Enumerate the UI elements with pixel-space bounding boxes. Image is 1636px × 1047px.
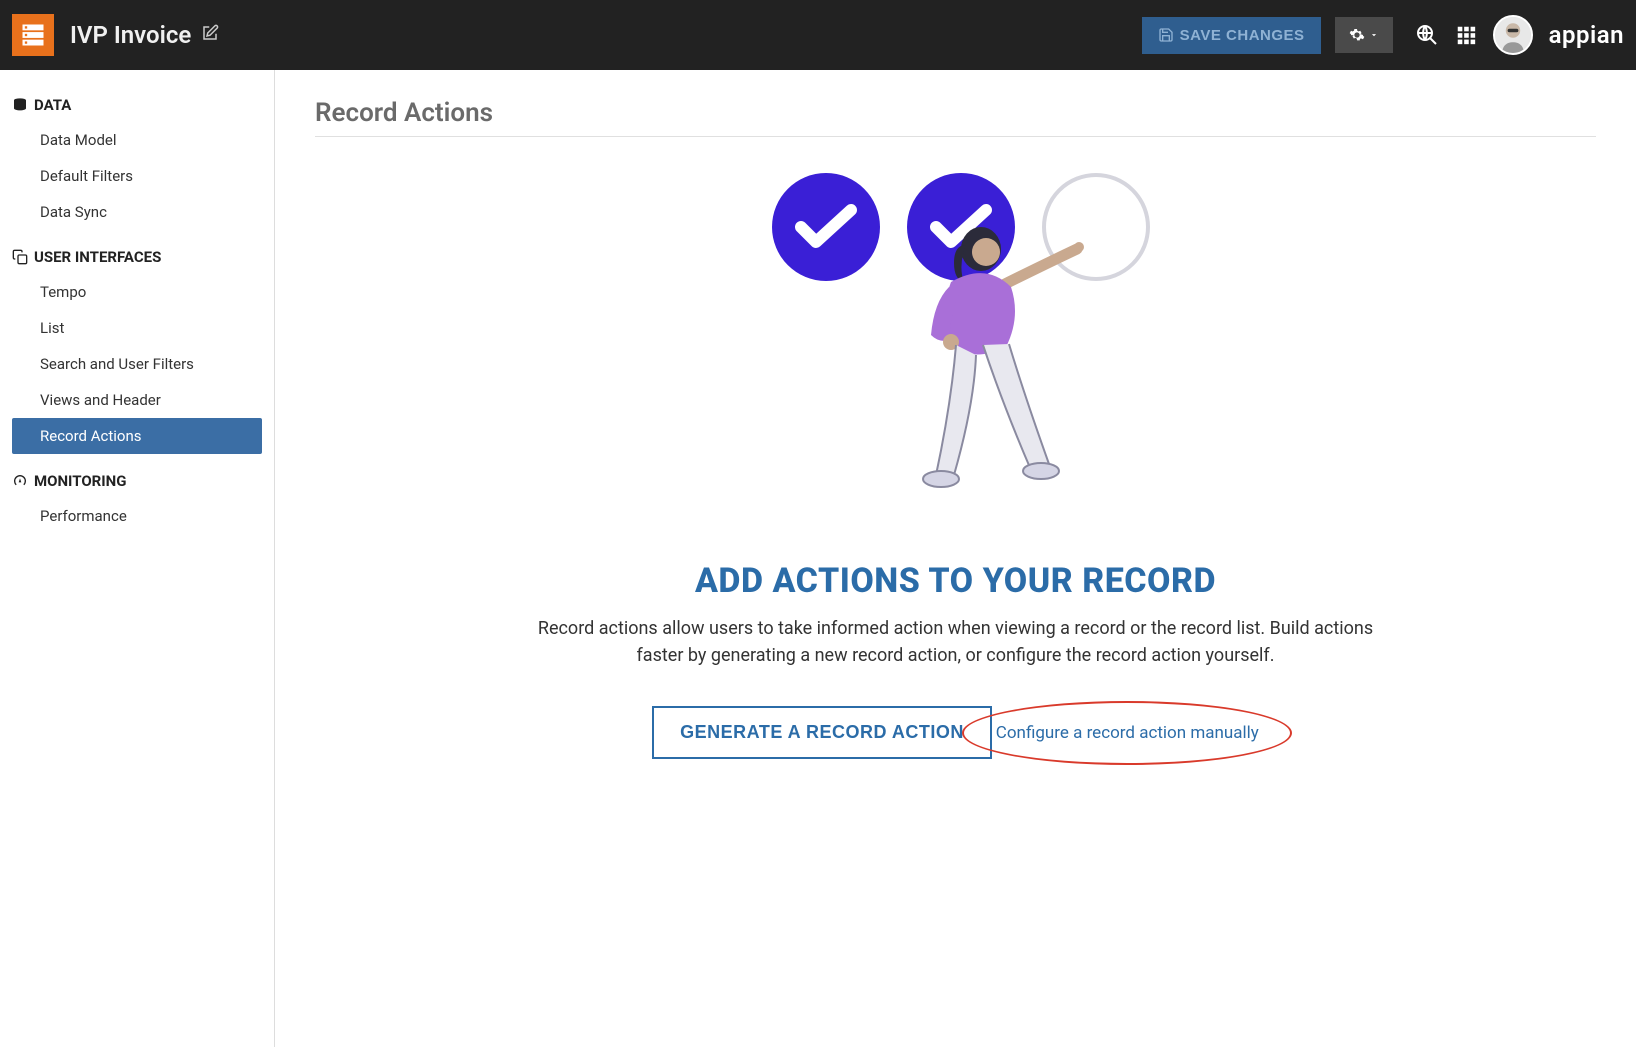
hero-illustration: [746, 167, 1166, 531]
apps-grid-icon[interactable]: [1455, 24, 1477, 46]
logo-icon: [19, 21, 47, 49]
copy-icon: [12, 249, 28, 265]
sidebar-item-data-sync[interactable]: Data Sync: [12, 194, 262, 230]
sidebar-item-performance[interactable]: Performance: [12, 498, 262, 534]
hero-description: Record actions allow users to take infor…: [526, 615, 1386, 669]
sidebar-item-search-filters[interactable]: Search and User Filters: [12, 346, 262, 382]
generate-record-action-button[interactable]: GENERATE A RECORD ACTION: [652, 706, 992, 759]
sidebar-item-views-header[interactable]: Views and Header: [12, 382, 262, 418]
sidebar-section-data: DATA: [0, 88, 274, 122]
configure-manually-link[interactable]: Configure a record action manually: [996, 723, 1259, 743]
global-search-icon[interactable]: [1415, 23, 1439, 47]
top-header: IVP Invoice SAVE CHANGES appian: [0, 0, 1636, 70]
left-sidebar: DATA Data Model Default Filters Data Syn…: [0, 70, 275, 1047]
database-icon: [12, 97, 28, 113]
gear-icon: [1349, 27, 1365, 43]
sidebar-section-user-interfaces: USER INTERFACES: [0, 240, 274, 274]
user-avatar[interactable]: [1493, 15, 1533, 55]
edit-title-icon[interactable]: [201, 24, 219, 46]
page-header-title: IVP Invoice: [70, 21, 191, 49]
sidebar-section-monitoring: MONITORING: [0, 464, 274, 498]
app-logo[interactable]: [12, 14, 54, 56]
hero-section: ADD ACTIONS TO YOUR RECORD Record action…: [315, 167, 1596, 759]
title-divider: [315, 136, 1596, 137]
save-button-label: SAVE CHANGES: [1180, 27, 1305, 44]
sidebar-item-tempo[interactable]: Tempo: [12, 274, 262, 310]
page-title: Record Actions: [315, 98, 1596, 128]
hero-heading: ADD ACTIONS TO YOUR RECORD: [315, 561, 1596, 601]
sidebar-item-list[interactable]: List: [12, 310, 262, 346]
gauge-icon: [12, 473, 28, 489]
sidebar-item-data-model[interactable]: Data Model: [12, 122, 262, 158]
settings-dropdown-button[interactable]: [1335, 17, 1393, 53]
sidebar-item-record-actions[interactable]: Record Actions: [12, 418, 262, 454]
avatar-icon: [1495, 15, 1531, 55]
save-icon: [1158, 27, 1174, 43]
chevron-down-icon: [1369, 30, 1379, 40]
main-content: Record Actions: [275, 70, 1636, 1047]
brand-name: appian: [1549, 21, 1624, 49]
save-changes-button[interactable]: SAVE CHANGES: [1142, 17, 1321, 54]
sidebar-item-default-filters[interactable]: Default Filters: [12, 158, 262, 194]
